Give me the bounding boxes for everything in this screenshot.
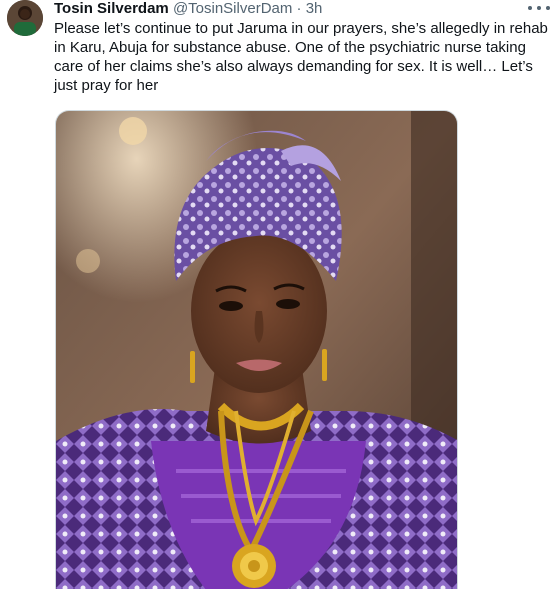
tweet-card[interactable]: Tosin Silverdam @TosinSilverDam · 3h Ple… (0, 0, 556, 589)
tweet-header: Tosin Silverdam @TosinSilverDam · 3h (54, 0, 526, 18)
author-handle[interactable]: @TosinSilverDam (173, 0, 292, 17)
separator-dot: · (296, 0, 302, 17)
author-display-name[interactable]: Tosin Silverdam (54, 0, 169, 17)
tweet-photo[interactable] (55, 110, 458, 589)
author-avatar[interactable] (7, 0, 43, 36)
tweet-text: Please let’s continue to put Jaruma in o… (54, 20, 548, 94)
more-horizontal-icon[interactable] (528, 0, 550, 16)
tweet-timestamp[interactable]: 3h (306, 0, 323, 17)
